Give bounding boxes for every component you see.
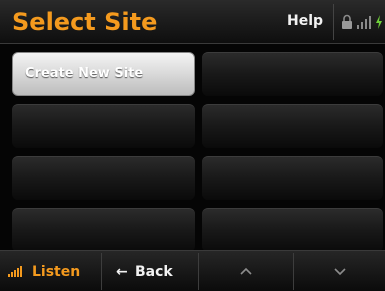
page-title: Select Site [12, 8, 158, 36]
listen-button[interactable]: Listen [0, 251, 101, 291]
lock-icon [342, 14, 352, 29]
signal-icon [357, 16, 371, 29]
chevron-up-icon [240, 267, 252, 275]
header-divider [333, 4, 334, 40]
back-arrow-icon: ← [116, 264, 128, 280]
listen-label: Listen [32, 264, 81, 280]
site-grid: Create New Site [0, 44, 385, 252]
header-bar: Select Site Help [0, 0, 385, 44]
back-label: Back [135, 264, 173, 280]
create-new-site-button[interactable]: Create New Site [12, 52, 195, 96]
site-slot-button[interactable] [202, 156, 383, 200]
site-slot-button[interactable] [12, 208, 195, 252]
site-slot-button[interactable] [12, 104, 195, 148]
create-new-site-label: Create New Site [25, 66, 144, 81]
chevron-down-icon [334, 268, 346, 276]
scroll-up-button[interactable] [199, 251, 293, 291]
site-slot-button[interactable] [12, 156, 195, 200]
site-slot-button[interactable] [202, 52, 383, 96]
site-slot-button[interactable] [202, 104, 383, 148]
scroll-down-button[interactable] [294, 251, 385, 291]
footer-bar: Listen ← Back [0, 250, 385, 291]
help-button[interactable]: Help [287, 12, 323, 30]
battery-icon [376, 15, 382, 29]
listen-signal-icon [8, 266, 22, 277]
site-slot-button[interactable] [202, 208, 383, 252]
